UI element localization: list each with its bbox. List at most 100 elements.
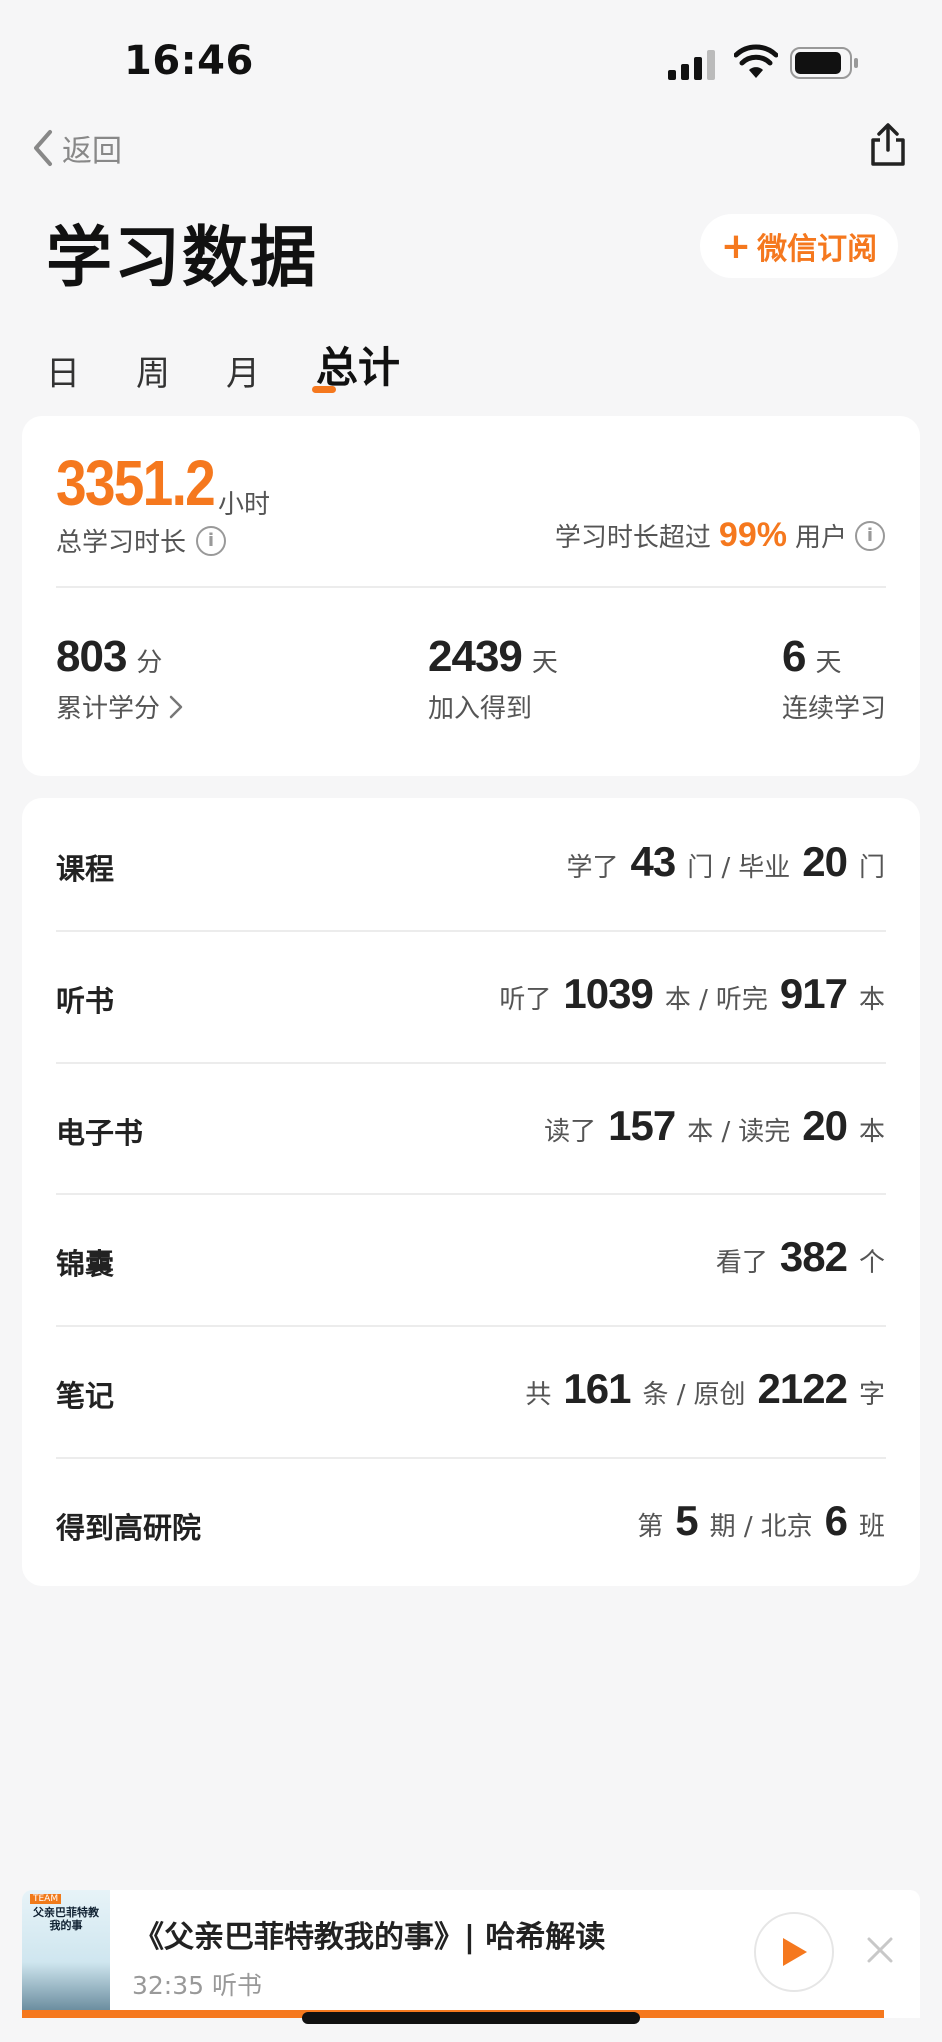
tab-week[interactable]: 周 (136, 346, 170, 395)
row-text: 读了 (544, 1117, 597, 1147)
stat-label: 连续学习 (782, 694, 887, 724)
plus-icon: + (720, 225, 752, 267)
row-text: 北京 (760, 1512, 813, 1542)
row-text: 原创 (693, 1380, 746, 1410)
share-icon[interactable] (868, 122, 908, 168)
row-text: 听完 (715, 985, 768, 1015)
stat-credits[interactable]: 803 分 累计学分 (56, 632, 184, 725)
row-text: 本 / (687, 1117, 731, 1147)
cellular-signal-icon (668, 50, 715, 80)
stat-value: 803 (56, 632, 127, 681)
row-text: 本 / (664, 985, 708, 1015)
stat-streak-days: 6天 连续学习 (782, 632, 886, 725)
wifi-icon (734, 44, 778, 78)
stat-value: 6 (782, 632, 807, 681)
exceed-suffix: 用户 (794, 523, 847, 553)
row-value-audiobooks: 听了 1039 本 / 听完 917 本 (499, 970, 885, 1018)
divider (56, 1457, 886, 1459)
stat-unit: 分 (136, 648, 163, 678)
total-label-text: 总学习时长 (56, 528, 187, 558)
row-label-ebooks: 电子书 (56, 1116, 144, 1150)
play-button[interactable] (754, 1912, 834, 1992)
row-number: 20 (802, 838, 848, 885)
row-text: 班 (858, 1512, 885, 1542)
divider (56, 1062, 886, 1064)
chevron-left-icon (34, 130, 52, 166)
row-text: 期 / (709, 1512, 753, 1542)
row-label-tips: 锦囊 (56, 1247, 115, 1281)
active-tab-indicator (312, 386, 336, 393)
row-number: 20 (802, 1102, 848, 1149)
row-number: 43 (630, 838, 677, 885)
row-label-notes: 笔记 (56, 1379, 115, 1413)
home-indicator (302, 2012, 640, 2024)
cover-title: 父亲巴菲特教我的事 (33, 1906, 99, 1932)
row-value-institute: 第5 期 / 北京 6 班 (637, 1497, 885, 1545)
stat-label: 加入得到 (428, 694, 533, 724)
status-time: 16:46 (124, 38, 254, 84)
exceed-percent: 99% (718, 516, 787, 554)
row-label-institute: 得到高研院 (56, 1511, 202, 1545)
period-tabs: 日 周 月 总计 (46, 334, 456, 395)
divider (56, 1325, 886, 1327)
row-text: 门 / (687, 853, 731, 883)
stat-unit: 天 (531, 648, 558, 678)
stat-unit: 天 (815, 648, 842, 678)
row-text: 共 (525, 1380, 552, 1410)
divider (56, 586, 886, 588)
info-icon[interactable]: i (855, 520, 885, 551)
total-hours-label: 总学习时长 i (56, 522, 227, 559)
back-button[interactable]: 返回 (30, 126, 122, 170)
row-text: 门 (858, 853, 885, 883)
row-text: 字 (858, 1380, 885, 1410)
row-text: 第 (637, 1512, 664, 1542)
mini-player[interactable]: TEAM 父亲巴菲特教我的事 《父亲巴菲特教我的事》| 哈希解读 32:35 听… (22, 1890, 920, 2018)
page-title: 学习数据 (46, 219, 318, 296)
total-hours-value: 3351.2 (56, 447, 216, 519)
detail-card (22, 798, 920, 1586)
row-text: 本 (858, 985, 885, 1015)
row-number: 1039 (563, 970, 653, 1017)
exceed-prefix: 学习时长超过 (554, 523, 711, 553)
row-text: 本 (858, 1117, 885, 1147)
player-subtitle: 32:35 听书 (132, 1971, 262, 2000)
close-icon[interactable] (864, 1934, 896, 1966)
tab-month[interactable]: 月 (226, 346, 260, 395)
row-text: 听了 (499, 985, 552, 1015)
stat-label: 累计学分 (56, 694, 161, 724)
row-value-ebooks: 读了 157 本 / 读完 20 本 (544, 1102, 885, 1150)
row-text: 毕业 (738, 853, 791, 883)
battery-icon (790, 47, 858, 79)
divider (56, 930, 886, 932)
row-number: 6 (824, 1497, 848, 1544)
divider (56, 1193, 886, 1195)
row-number: 157 (608, 1102, 676, 1149)
info-icon[interactable]: i (196, 525, 227, 556)
row-number: 382 (779, 1233, 848, 1280)
total-hours-unit: 小时 (218, 490, 271, 520)
row-label-audiobooks: 听书 (56, 984, 115, 1018)
row-value-courses: 学了 43 门 / 毕业 20 门 (566, 838, 885, 886)
row-value-notes: 共 161 条 / 原创 2122 字 (525, 1365, 885, 1413)
row-label-courses: 课程 (56, 852, 115, 886)
row-text: 读完 (738, 1117, 791, 1147)
player-title: 《父亲巴菲特教我的事》| 哈希解读 (134, 1920, 606, 1955)
tab-day[interactable]: 日 (46, 346, 80, 395)
row-number: 161 (563, 1365, 631, 1412)
row-text: 学了 (566, 853, 619, 883)
cover-tag: TEAM (30, 1894, 62, 1904)
row-text: 条 / (642, 1380, 686, 1410)
stat-value: 2439 (428, 632, 523, 681)
wechat-subscribe-button[interactable]: + 微信订阅 (700, 214, 898, 278)
chevron-right-icon (169, 695, 183, 718)
row-number: 5 (675, 1497, 698, 1544)
play-icon (783, 1938, 807, 1966)
row-value-tips: 看了 382 个 (716, 1233, 885, 1281)
subscribe-label: 微信订阅 (757, 232, 878, 267)
row-number: 2122 (757, 1365, 848, 1412)
exceed-users: 学习时长超过 99% 用户 i (555, 516, 885, 555)
row-text: 看了 (715, 1248, 768, 1278)
book-cover[interactable]: TEAM 父亲巴菲特教我的事 (22, 1890, 110, 2010)
stat-joined-days: 2439 天 加入得到 (428, 632, 558, 725)
row-text: 个 (858, 1248, 885, 1278)
